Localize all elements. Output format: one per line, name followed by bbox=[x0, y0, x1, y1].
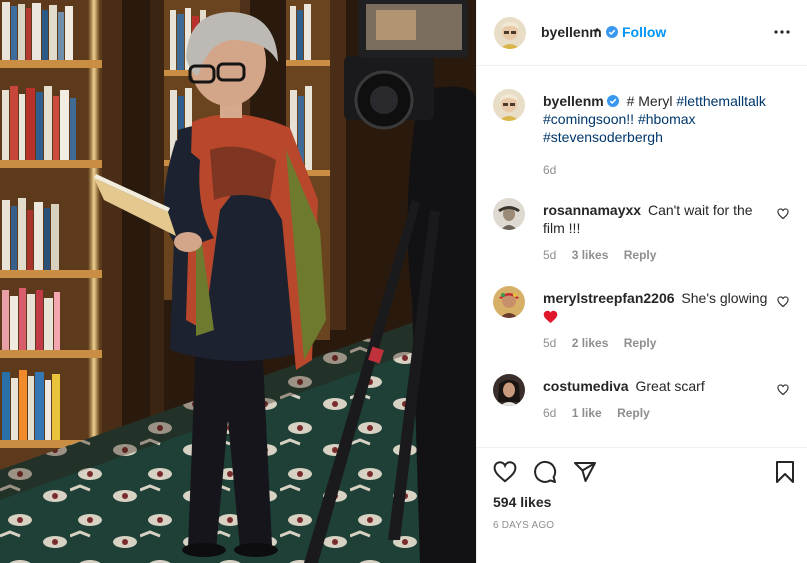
comment-username[interactable]: costumediva bbox=[543, 378, 629, 394]
comment-meta: 5d 2 likes Reply bbox=[543, 336, 668, 350]
comment-meta: 5d 3 likes Reply bbox=[543, 248, 668, 262]
follow-button[interactable]: Follow bbox=[622, 24, 666, 40]
reply-button[interactable]: Reply bbox=[624, 336, 657, 350]
post-photo[interactable] bbox=[0, 0, 476, 563]
caption-body: # Meryl bbox=[626, 93, 673, 109]
post-actions: 594 likes 6 DAYS AGO bbox=[477, 447, 807, 563]
caption-text: byellenm # Meryl #letthemalltalk #coming… bbox=[543, 92, 773, 146]
caption-time[interactable]: 6d bbox=[543, 163, 556, 177]
caption-username[interactable]: byellenm bbox=[543, 93, 604, 109]
comment-item: rosannamayxx Can't wait for the film !!!… bbox=[493, 198, 793, 268]
comment-text: merylstreepfan2206 She's glowing bbox=[543, 289, 773, 325]
comment-time[interactable]: 6d bbox=[543, 406, 556, 420]
hashtag-link[interactable]: #hbomax bbox=[638, 111, 696, 127]
caption-meta: 6d bbox=[543, 163, 568, 177]
commenter-avatar[interactable] bbox=[493, 374, 525, 406]
reply-button[interactable]: Reply bbox=[624, 248, 657, 262]
comment-icon[interactable] bbox=[533, 460, 557, 484]
comment-like-heart-icon[interactable] bbox=[777, 296, 789, 308]
separator-dot: • bbox=[595, 23, 600, 37]
hashtag-link[interactable]: #comingsoon!! bbox=[543, 111, 634, 127]
post-date[interactable]: 6 DAYS AGO bbox=[493, 520, 554, 531]
comment-like-heart-icon[interactable] bbox=[777, 208, 789, 220]
comment-meta: 6d 1 like Reply bbox=[543, 406, 662, 420]
comment-time[interactable]: 5d bbox=[543, 336, 556, 350]
commenter-avatar[interactable] bbox=[493, 198, 525, 230]
red-heart-emoji-icon bbox=[543, 310, 558, 323]
comment-text: costumediva Great scarf bbox=[543, 377, 773, 395]
reply-button[interactable]: Reply bbox=[617, 406, 650, 420]
instagram-post: byellenm • Follow byellenm # Meryl #lett… bbox=[0, 0, 807, 563]
comment-likes-count[interactable]: 1 like bbox=[572, 406, 602, 420]
more-options-icon[interactable] bbox=[770, 20, 794, 44]
post-header: byellenm • Follow bbox=[477, 0, 807, 66]
caption-author-avatar[interactable] bbox=[493, 89, 525, 121]
verified-badge-icon bbox=[606, 95, 619, 107]
likes-count[interactable]: 594 likes bbox=[493, 494, 551, 510]
paper-plane-icon[interactable] bbox=[573, 460, 597, 484]
comment-likes-count[interactable]: 3 likes bbox=[572, 248, 609, 262]
hashtag-link[interactable]: #stevensoderbergh bbox=[543, 129, 663, 145]
comment-item: merylstreepfan2206 She's glowing 5d 2 li… bbox=[493, 286, 793, 356]
post-photo-illustration bbox=[0, 0, 476, 563]
commenter-avatar[interactable] bbox=[493, 286, 525, 318]
hashtag-link[interactable]: #letthemalltalk bbox=[676, 93, 766, 109]
comment-item: costumediva Great scarf 6d 1 like Reply bbox=[493, 374, 793, 434]
caption: byellenm # Meryl #letthemalltalk #coming… bbox=[493, 89, 793, 179]
post-side-panel: byellenm • Follow byellenm # Meryl #lett… bbox=[476, 0, 807, 563]
comment-text: rosannamayxx Can't wait for the film !!! bbox=[543, 201, 773, 237]
bookmark-icon[interactable] bbox=[773, 460, 797, 484]
verified-badge-icon bbox=[605, 26, 618, 38]
comment-likes-count[interactable]: 2 likes bbox=[572, 336, 609, 350]
author-username[interactable]: byellenm bbox=[541, 24, 618, 40]
comment-body: Great scarf bbox=[635, 378, 705, 394]
comment-body: She's glowing bbox=[681, 290, 768, 306]
comment-like-heart-icon[interactable] bbox=[777, 384, 789, 396]
comment-time[interactable]: 5d bbox=[543, 248, 556, 262]
heart-icon[interactable] bbox=[493, 460, 517, 484]
comments-list: byellenm # Meryl #letthemalltalk #coming… bbox=[477, 67, 807, 447]
comment-username[interactable]: rosannamayxx bbox=[543, 202, 641, 218]
author-avatar[interactable] bbox=[494, 17, 526, 49]
comment-username[interactable]: merylstreepfan2206 bbox=[543, 290, 675, 306]
